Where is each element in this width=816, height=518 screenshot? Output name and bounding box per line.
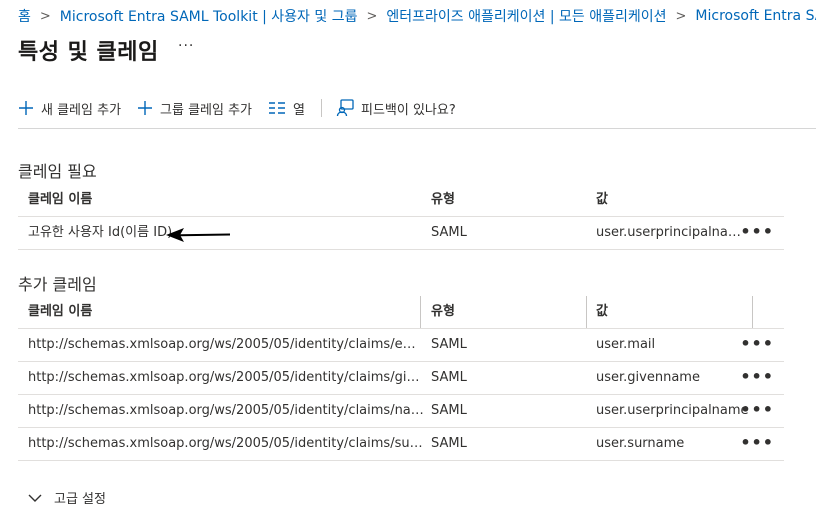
claim-type: SAML	[431, 225, 467, 240]
required-claims-title: 클레임 필요	[18, 162, 97, 181]
column-header-name[interactable]: 클레임 이름	[28, 184, 424, 216]
claim-type: SAML	[431, 337, 467, 352]
table-row[interactable]: 고유한 사용자 Id(이름 ID) SAML user.userprincipa…	[18, 217, 784, 250]
table-row[interactable]: http://schemas.xmlsoap.org/ws/2005/05/id…	[18, 329, 784, 362]
table-row[interactable]: http://schemas.xmlsoap.org/ws/2005/05/id…	[18, 428, 784, 461]
row-more-button[interactable]: •••	[740, 362, 774, 394]
claim-name: http://schemas.xmlsoap.org/ws/2005/05/id…	[28, 403, 424, 418]
column-header-value[interactable]: 값	[596, 184, 752, 216]
breadcrumb-separator: >	[366, 8, 378, 24]
page-title: 특성 및 클레임	[18, 40, 159, 65]
claim-value: user.userprincipalname ...	[596, 225, 752, 240]
more-options-button[interactable]: ···	[178, 38, 194, 54]
breadcrumb-enterprise-apps[interactable]: 엔터프라이즈 애플리케이션 | 모든 애플리케이션	[386, 6, 666, 26]
claim-value: user.userprincipalname	[596, 403, 749, 418]
breadcrumb-app[interactable]: Microsoft Entra SAML Toolkit	[695, 8, 816, 24]
claim-value: user.mail	[596, 337, 656, 352]
row-more-button[interactable]: •••	[740, 428, 774, 460]
breadcrumb: 홈 > Microsoft Entra SAML Toolkit | 사용자 및…	[18, 6, 816, 26]
feedback-icon	[336, 99, 354, 117]
required-claims-table: 클레임 이름 유형 값 고유한 사용자 Id(이름 ID) SAML user.…	[18, 184, 784, 250]
claim-value: user.surname	[596, 436, 685, 451]
claim-type: SAML	[431, 436, 467, 451]
plus-icon	[138, 101, 153, 115]
table-row[interactable]: http://schemas.xmlsoap.org/ws/2005/05/id…	[18, 395, 784, 428]
toolbar-divider	[321, 99, 322, 117]
feedback-button[interactable]: 피드백이 있나요?	[336, 99, 456, 118]
row-more-button[interactable]: •••	[740, 217, 774, 249]
chevron-down-icon	[28, 494, 42, 502]
claim-name: http://schemas.xmlsoap.org/ws/2005/05/id…	[28, 436, 424, 451]
column-resize-handle[interactable]	[586, 296, 587, 328]
feedback-label: 피드백이 있나요?	[361, 102, 456, 118]
claim-name: http://schemas.xmlsoap.org/ws/2005/05/id…	[28, 337, 424, 352]
breadcrumb-separator: >	[675, 8, 687, 24]
claim-type: SAML	[431, 370, 467, 385]
advanced-settings-label: 고급 설정	[54, 492, 106, 507]
claim-type: SAML	[431, 403, 467, 418]
advanced-settings-toggle[interactable]: 고급 설정	[28, 488, 106, 507]
additional-claims-table: 클레임 이름 유형 값 http://schemas.xmlsoap.org/w…	[18, 296, 784, 461]
columns-icon	[269, 102, 286, 114]
column-resize-handle[interactable]	[752, 296, 753, 328]
column-header-name[interactable]: 클레임 이름	[28, 296, 424, 328]
plus-icon	[19, 101, 33, 115]
add-new-claim-label: 새 클레임 추가	[41, 102, 122, 118]
column-header-value[interactable]: 값	[596, 296, 752, 328]
column-header-type[interactable]: 유형	[431, 296, 581, 328]
toolbar-rule	[18, 128, 816, 129]
add-group-claim-button[interactable]: 그룹 클레임 추가	[137, 99, 252, 118]
column-resize-handle[interactable]	[420, 296, 421, 328]
breadcrumb-separator: >	[39, 8, 51, 24]
claim-value: user.givenname	[596, 370, 700, 385]
add-group-claim-label: 그룹 클레임 추가	[160, 102, 253, 118]
additional-claims-title: 추가 클레임	[18, 275, 97, 294]
table-row[interactable]: http://schemas.xmlsoap.org/ws/2005/05/id…	[18, 362, 784, 395]
row-more-button[interactable]: •••	[740, 329, 774, 361]
command-bar: 새 클레임 추가 그룹 클레임 추가 열 피드백이 있나요?	[18, 96, 472, 120]
columns-label: 열	[293, 102, 305, 118]
column-header-type[interactable]: 유형	[431, 184, 581, 216]
claim-name: http://schemas.xmlsoap.org/ws/2005/05/id…	[28, 370, 424, 385]
add-new-claim-button[interactable]: 새 클레임 추가	[18, 99, 121, 118]
row-more-button[interactable]: •••	[740, 395, 774, 427]
breadcrumb-app-users-groups[interactable]: Microsoft Entra SAML Toolkit | 사용자 및 그룹	[60, 6, 358, 26]
columns-button[interactable]: 열	[268, 99, 305, 118]
table-header-row: 클레임 이름 유형 값	[18, 184, 784, 217]
breadcrumb-home[interactable]: 홈	[18, 6, 31, 26]
annotation-arrow-icon	[166, 228, 231, 242]
table-header-row: 클레임 이름 유형 값	[18, 296, 784, 329]
